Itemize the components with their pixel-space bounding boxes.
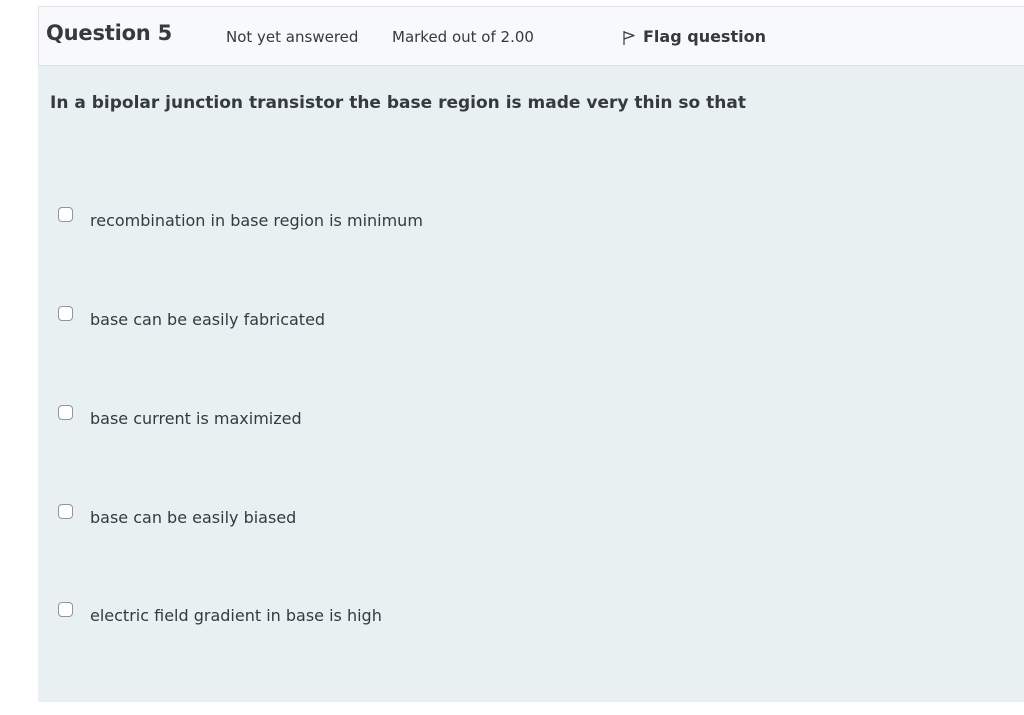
answer-label-4[interactable]: base can be easily biased (90, 508, 296, 527)
answer-option-3[interactable]: base current is maximized (58, 404, 302, 428)
answer-option-5[interactable]: electric field gradient in base is high (58, 601, 382, 625)
question-state: Not yet answered (226, 28, 359, 46)
question-grade: Marked out of 2.00 (392, 28, 534, 46)
answer-checkbox-4[interactable] (58, 504, 73, 519)
answer-label-5[interactable]: electric field gradient in base is high (90, 606, 382, 625)
answer-checkbox-5[interactable] (58, 602, 73, 617)
answer-option-1[interactable]: recombination in base region is minimum (58, 206, 423, 230)
answer-label-2[interactable]: base can be easily fabricated (90, 310, 325, 329)
question-text: In a bipolar junction transistor the bas… (50, 93, 746, 113)
answer-checkbox-1[interactable] (58, 207, 73, 222)
answer-option-2[interactable]: base can be easily fabricated (58, 305, 325, 329)
answer-option-4[interactable]: base can be easily biased (58, 503, 296, 527)
answer-label-3[interactable]: base current is maximized (90, 409, 302, 428)
flag-question-button[interactable]: Flag question (621, 27, 766, 46)
flag-question-label: Flag question (643, 27, 766, 46)
question-info-header: Question 5 Not yet answered Marked out o… (38, 6, 1024, 66)
question-title: Question 5 (46, 21, 173, 45)
answer-label-1[interactable]: recombination in base region is minimum (90, 211, 423, 230)
answer-checkbox-3[interactable] (58, 405, 73, 420)
question-content: In a bipolar junction transistor the bas… (38, 66, 1024, 702)
flag-icon (623, 31, 635, 45)
answer-checkbox-2[interactable] (58, 306, 73, 321)
